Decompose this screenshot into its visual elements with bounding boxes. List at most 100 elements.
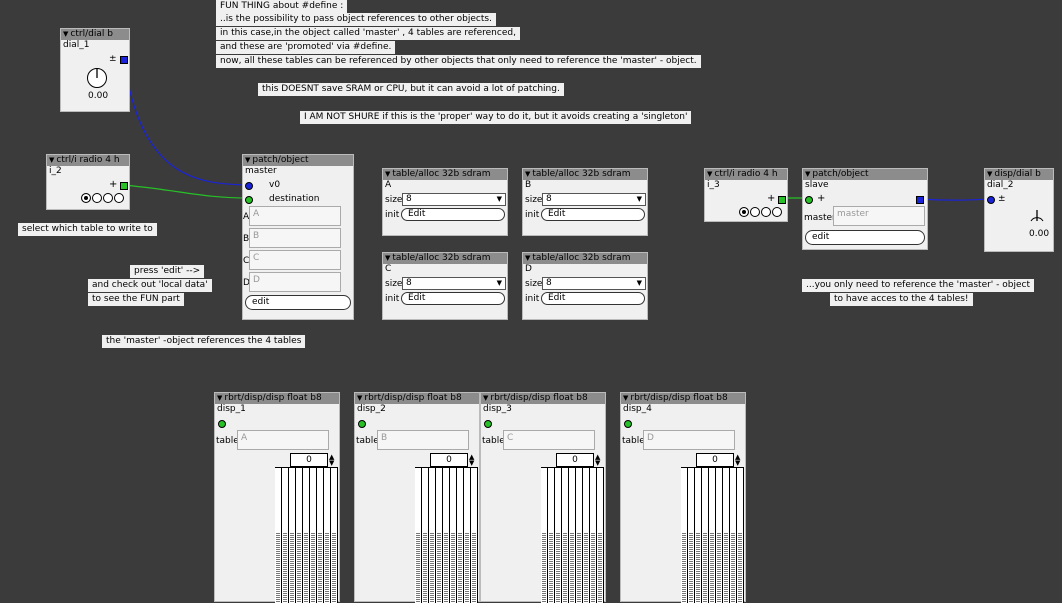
collapse-triangle-icon[interactable]: ▼ — [987, 170, 992, 178]
disp-4-number[interactable]: 0 — [696, 453, 734, 467]
radio-i2-option-2[interactable] — [103, 193, 113, 203]
slave-object[interactable]: ▼ patch/object slave + master master edit — [802, 168, 928, 250]
stepper-up-down-icon[interactable]: ▲ ▼ — [329, 454, 334, 467]
collapse-triangle-icon[interactable]: ▼ — [49, 156, 54, 164]
disp-4-header[interactable]: ▼ rbrt/disp/disp float b8 — [621, 393, 745, 404]
disp-2-object[interactable]: ▼ rbrt/disp/disp float b8 disp_2 table B … — [354, 392, 480, 603]
radio-i2-header[interactable]: ▼ ctrl/i radio 4 h — [47, 155, 129, 166]
disp-1-inlet[interactable] — [218, 420, 226, 428]
disp-1-object[interactable]: ▼ rbrt/disp/disp float b8 disp_1 table A … — [214, 392, 340, 603]
collapse-triangle-icon[interactable]: ▼ — [623, 394, 628, 402]
radio-i2-object[interactable]: ▼ ctrl/i radio 4 h i_2 + — [46, 154, 130, 210]
radio-i3-option-3[interactable] — [772, 207, 782, 217]
knob-icon[interactable] — [86, 67, 108, 89]
radio-i3-option-2[interactable] — [761, 207, 771, 217]
disp-4-object[interactable]: ▼ rbrt/disp/disp float b8 disp_4 table D … — [620, 392, 746, 603]
comment-see-fun: to see the FUN part — [88, 293, 184, 306]
master-param-d-field[interactable]: D — [249, 272, 341, 292]
dial-2-header[interactable]: ▼ disp/dial b — [985, 169, 1053, 180]
radio-i2-outlet[interactable] — [120, 182, 128, 190]
slave-outlet[interactable] — [916, 196, 924, 204]
master-inlet-v0[interactable] — [245, 182, 253, 190]
disp-1-header[interactable]: ▼ rbrt/disp/disp float b8 — [215, 393, 339, 404]
disp-2-name: disp_2 — [357, 404, 386, 414]
table-c-size-select[interactable]: 8 ▼ — [402, 277, 506, 290]
disp-1-table-field[interactable]: A — [237, 430, 329, 450]
dial-1-header[interactable]: ▼ ctrl/dial b — [61, 29, 129, 40]
dial-1-outlet[interactable] — [120, 56, 128, 64]
disp-4-table-field[interactable]: D — [643, 430, 735, 450]
disp-2-inlet[interactable] — [358, 420, 366, 428]
dial-2-inlet[interactable] — [987, 196, 995, 204]
stepper-up-down-icon[interactable]: ▲ ▼ — [595, 454, 600, 467]
dial-2-object[interactable]: ▼ disp/dial b dial_2 ± 0.00 — [984, 168, 1054, 252]
radio-i3-outlet[interactable] — [778, 196, 786, 204]
collapse-triangle-icon[interactable]: ▼ — [525, 254, 530, 262]
slave-type: patch/object — [812, 169, 869, 179]
table-c-edit-button[interactable]: Edit — [401, 292, 505, 305]
disp-3-inlet[interactable] — [484, 420, 492, 428]
radio-i3-header[interactable]: ▼ ctrl/i radio 4 h — [705, 169, 787, 180]
disp-3-number[interactable]: 0 — [556, 453, 594, 467]
disp-4-inlet[interactable] — [624, 420, 632, 428]
collapse-triangle-icon[interactable]: ▼ — [385, 170, 390, 178]
collapse-triangle-icon[interactable]: ▼ — [245, 156, 250, 164]
dial-2-value: 0.00 — [1029, 229, 1050, 239]
master-header[interactable]: ▼ patch/object — [243, 155, 353, 166]
table-d-edit-button[interactable]: Edit — [541, 292, 645, 305]
table-b-object[interactable]: ▼ table/alloc 32b sdram B size 8 ▼ init Ed… — [522, 168, 648, 236]
master-edit-button[interactable]: edit — [245, 295, 351, 310]
table-a-object[interactable]: ▼ table/alloc 32b sdram A size 8 ▼ init Ed… — [382, 168, 508, 236]
disp-1-number[interactable]: 0 — [290, 453, 328, 467]
slave-inlet[interactable] — [805, 196, 813, 204]
master-param-c-field[interactable]: C — [249, 250, 341, 270]
table-c-size-label: size — [385, 279, 403, 289]
radio-i3-option-0[interactable] — [739, 207, 749, 217]
table-d-header[interactable]: ▼ table/alloc 32b sdram — [523, 253, 647, 264]
disp-3-object[interactable]: ▼ rbrt/disp/disp float b8 disp_3 table C … — [480, 392, 606, 603]
collapse-triangle-icon[interactable]: ▼ — [63, 30, 68, 38]
collapse-triangle-icon[interactable]: ▼ — [525, 170, 530, 178]
disp-2-table-field[interactable]: B — [377, 430, 469, 450]
slave-master-field[interactable]: master — [833, 206, 925, 226]
table-a-edit-button[interactable]: Edit — [401, 208, 505, 221]
comment-check-local-data: and check out 'local data' — [88, 279, 212, 292]
disp-2-header[interactable]: ▼ rbrt/disp/disp float b8 — [355, 393, 479, 404]
table-b-header[interactable]: ▼ table/alloc 32b sdram — [523, 169, 647, 180]
radio-i3-object[interactable]: ▼ ctrl/i radio 4 h i_3 + — [704, 168, 788, 222]
slave-edit-button[interactable]: edit — [805, 230, 925, 245]
stepper-up-down-icon[interactable]: ▲ ▼ — [469, 454, 474, 467]
table-b-size-select[interactable]: 8 ▼ — [542, 193, 646, 206]
collapse-triangle-icon[interactable]: ▼ — [217, 394, 222, 402]
disp-3-table-field[interactable]: C — [503, 430, 595, 450]
master-param-b-field[interactable]: B — [249, 228, 341, 248]
collapse-triangle-icon[interactable]: ▼ — [805, 170, 810, 178]
collapse-triangle-icon[interactable]: ▼ — [385, 254, 390, 262]
disp-2-number[interactable]: 0 — [430, 453, 468, 467]
table-c-header[interactable]: ▼ table/alloc 32b sdram — [383, 253, 507, 264]
table-c-object[interactable]: ▼ table/alloc 32b sdram C size 8 ▼ init Ed… — [382, 252, 508, 320]
master-param-a-field[interactable]: A — [249, 206, 341, 226]
slave-header[interactable]: ▼ patch/object — [803, 169, 927, 180]
collapse-triangle-icon[interactable]: ▼ — [357, 394, 362, 402]
dial-1-object[interactable]: ▼ ctrl/dial b dial_1 ± 0.00 — [60, 28, 130, 112]
table-a-size-select[interactable]: 8 ▼ — [402, 193, 506, 206]
table-a-header[interactable]: ▼ table/alloc 32b sdram — [383, 169, 507, 180]
radio-i2-option-1[interactable] — [92, 193, 102, 203]
table-d-object[interactable]: ▼ table/alloc 32b sdram D size 8 ▼ init Ed… — [522, 252, 648, 320]
table-d-type: table/alloc 32b sdram — [532, 253, 631, 263]
radio-i3-option-1[interactable] — [750, 207, 760, 217]
master-inlet-destination[interactable] — [245, 196, 253, 204]
radio-i2-option-0[interactable] — [81, 193, 91, 203]
master-object[interactable]: ▼ patch/object master v0 destination A A … — [242, 154, 354, 320]
table-b-edit-button[interactable]: Edit — [541, 208, 645, 221]
collapse-triangle-icon[interactable]: ▼ — [483, 394, 488, 402]
stepper-up-down-icon[interactable]: ▲ ▼ — [735, 454, 740, 467]
table-d-size-select[interactable]: 8 ▼ — [542, 277, 646, 290]
collapse-triangle-icon[interactable]: ▼ — [707, 170, 712, 178]
table-a-init-label: init — [385, 210, 400, 220]
table-b-name: B — [525, 180, 532, 190]
radio-i2-option-3[interactable] — [114, 193, 124, 203]
disp-3-header[interactable]: ▼ rbrt/disp/disp float b8 — [481, 393, 605, 404]
dropdown-arrow-icon: ▼ — [496, 279, 502, 287]
